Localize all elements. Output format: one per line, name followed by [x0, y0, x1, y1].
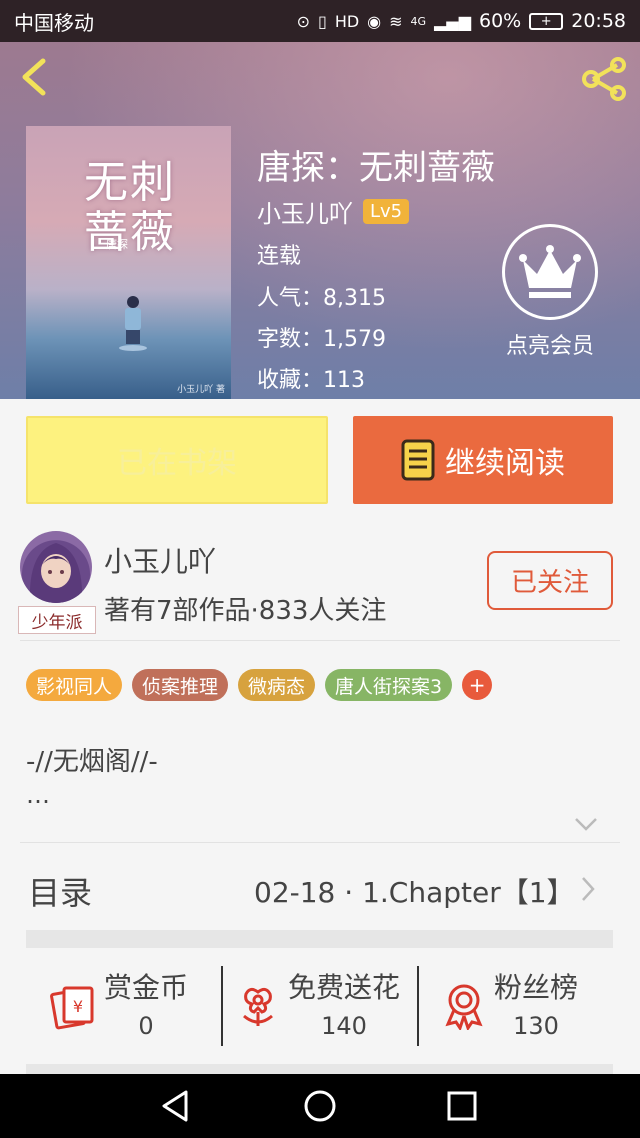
follow-button[interactable]: 已关注 — [487, 551, 613, 610]
book-cover[interactable]: 无刺蔷薇 唐探 小玉儿吖 著 — [26, 126, 231, 399]
tag-chip[interactable]: 微病态 — [238, 669, 316, 701]
section-separator — [26, 930, 613, 948]
catalog-label[interactable]: 目录 — [28, 868, 92, 914]
author-card-name[interactable]: 小玉儿吖 — [104, 540, 216, 580]
medal-icon — [445, 984, 483, 1030]
svg-text:¥: ¥ — [73, 997, 83, 1016]
level-badge: Lv5 — [363, 199, 410, 224]
description-line1: -//无烟阁//- — [26, 747, 158, 777]
author-card-stats: 著有7部作品·833人关注 — [104, 596, 387, 626]
network-type: 4G — [410, 14, 427, 28]
tag-chip[interactable]: 侦案推理 — [132, 669, 229, 701]
catalog-latest-chapter[interactable]: 02-18 · 1.Chapter【1】 — [254, 871, 575, 911]
book-word-count: 字数：1,579 — [257, 327, 386, 352]
continue-reading-label: 继续阅读 — [445, 446, 565, 481]
book-favorites: 收藏：113 — [257, 368, 365, 393]
description-line2: … — [26, 781, 50, 809]
vibrate-icon: ▯ — [318, 11, 327, 31]
send-flower-button[interactable]: 免费送花 140 — [234, 966, 400, 1046]
back-arrow-icon — [22, 58, 46, 96]
red-envelope-icon: ¥ — [50, 986, 94, 1030]
avatar-illustration — [29, 543, 83, 603]
on-shelf-button[interactable]: 已在书架 — [26, 416, 328, 504]
tag-list: 影视同人 侦案推理 微病态 唐人街探案3 + — [26, 669, 493, 701]
stat-label: 粉丝榜 — [494, 971, 579, 1004]
stat-label: 赏金币 — [104, 971, 189, 1004]
expand-chevron-icon[interactable] — [572, 812, 600, 836]
share-button[interactable] — [578, 54, 632, 104]
cover-title: 无刺蔷薇 — [84, 157, 176, 258]
share-icon — [582, 57, 626, 101]
chevron-right-icon[interactable] — [578, 874, 598, 904]
carrier-label: 中国移动 — [14, 10, 94, 35]
book-icon — [401, 439, 435, 481]
continue-reading-button[interactable]: 继续阅读 — [353, 416, 613, 504]
book-header: 无刺蔷薇 唐探 小玉儿吖 著 唐探：无刺蔷薇 小玉儿吖 Lv5 连载 人气：8,… — [0, 42, 640, 399]
add-tag-button[interactable]: + — [462, 670, 493, 700]
cover-author: 小玉儿吖 著 — [177, 385, 225, 395]
vip-button[interactable]: 点亮会员 — [500, 224, 600, 364]
stat-value: 130 — [513, 1012, 559, 1040]
hd-icon: HD — [334, 11, 360, 31]
author-avatar[interactable] — [20, 531, 92, 603]
book-popularity: 人气：8,315 — [257, 286, 386, 311]
crown-icon — [502, 224, 598, 320]
book-status: 连载 — [257, 244, 302, 269]
clock: 20:58 — [571, 10, 626, 32]
wifi-icon: ≋ — [389, 11, 403, 31]
stat-value: 0 — [138, 1012, 154, 1040]
nav-back-icon[interactable] — [158, 1088, 194, 1124]
alarm-icon: ⊙ — [296, 11, 310, 31]
tag-chip[interactable]: 唐人街探案3 — [325, 669, 453, 701]
nav-recents-icon[interactable] — [444, 1088, 480, 1124]
vip-label: 点亮会员 — [505, 334, 594, 359]
author-name[interactable]: 小玉儿吖 — [257, 194, 353, 229]
tag-chip[interactable]: 影视同人 — [26, 669, 123, 701]
eye-icon: ◉ — [367, 11, 382, 31]
reward-coin-button[interactable]: ¥ 赏金币 0 — [50, 966, 188, 1046]
stat-value: 140 — [321, 1012, 367, 1040]
battery-icon: + — [529, 12, 564, 30]
author-badge: 少年派 — [18, 606, 96, 634]
back-button[interactable] — [14, 54, 54, 100]
signal-icon: ▂▄▆ — [434, 11, 471, 31]
divider — [20, 640, 620, 641]
nav-home-icon[interactable] — [302, 1088, 338, 1124]
vertical-divider — [221, 966, 223, 1046]
status-bar: 中国移动 ⊙ ▯ HD ◉ ≋ 4G ▂▄▆ 60% + 20:58 — [0, 0, 640, 42]
divider — [20, 842, 620, 843]
cover-subtitle: 唐探 — [106, 238, 128, 251]
author-line: 小玉儿吖 Lv5 — [257, 194, 410, 229]
status-icons: ⊙ ▯ HD ◉ ≋ 4G ▂▄▆ 60% + 20:58 — [297, 10, 626, 32]
flower-icon — [243, 987, 273, 1026]
stat-label: 免费送花 — [288, 971, 401, 1004]
battery-percent: 60% — [479, 10, 522, 32]
system-nav-bar — [0, 1074, 640, 1138]
cover-figure-illustration — [119, 296, 147, 351]
fan-ranking-button[interactable]: 粉丝榜 130 — [440, 966, 578, 1046]
book-title: 唐探：无刺蔷薇 — [257, 148, 495, 188]
vertical-divider — [417, 966, 419, 1046]
